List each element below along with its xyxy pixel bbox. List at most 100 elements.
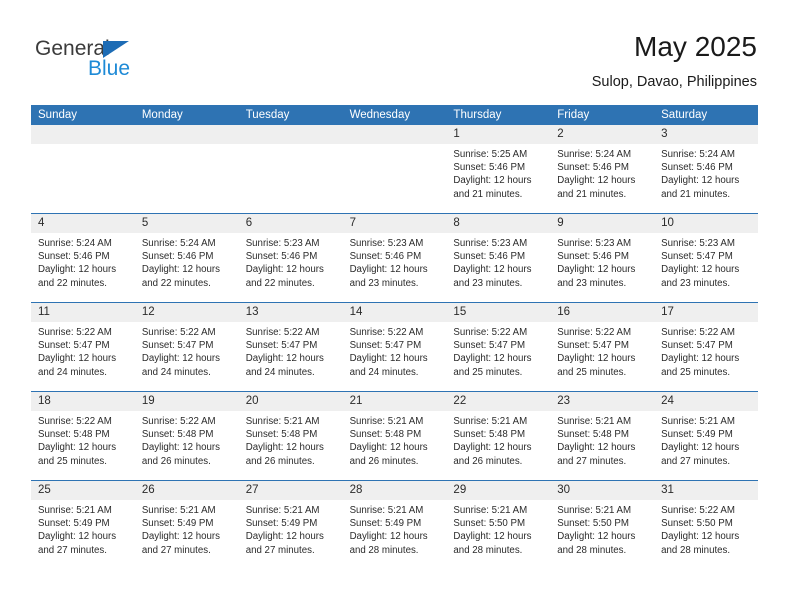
daylight-text-line2: and 25 minutes.: [661, 366, 731, 378]
day-details: Sunrise: 5:23 AM Sunset: 5:46 PM Daylight:…: [550, 233, 654, 290]
day-details: Sunrise: 5:22 AM Sunset: 5:47 PM Daylight:…: [239, 322, 343, 379]
day-cell[interactable]: 13 Sunrise: 5:22 AM Sunset: 5:47 PM Dayligh…: [238, 303, 343, 391]
day-number: [342, 125, 447, 144]
daylight-text-line2: and 26 minutes.: [141, 455, 211, 467]
sunset-text: Sunset: 5:47 PM: [557, 340, 629, 352]
sunrise-text: Sunrise: 5:22 AM: [38, 416, 112, 427]
day-cell[interactable]: 4 Sunrise: 5:24 AM Sunset: 5:46 PM Daylight…: [31, 214, 135, 302]
day-number: 19: [134, 392, 239, 411]
weekday-saturday: Saturday: [661, 109, 708, 121]
day-cell[interactable]: 3 Sunrise: 5:24 AM Sunset: 5:46 PM Daylight…: [654, 125, 758, 213]
daylight-text-line2: and 23 minutes.: [453, 277, 523, 289]
day-cell[interactable]: 15 Sunrise: 5:22 AM Sunset: 5:47 PM Dayligh…: [446, 303, 551, 391]
day-cell[interactable]: 10 Sunrise: 5:23 AM Sunset: 5:47 PM Dayligh…: [654, 214, 758, 302]
daylight-text-line2: and 27 minutes.: [245, 544, 315, 556]
day-details: Sunrise: 5:24 AM Sunset: 5:46 PM Daylight:…: [135, 233, 239, 290]
sunrise-text: Sunrise: 5:21 AM: [38, 505, 112, 516]
day-cell[interactable]: 2 Sunrise: 5:24 AM Sunset: 5:46 PM Daylight…: [550, 125, 655, 213]
day-cell[interactable]: 20 Sunrise: 5:21 AM Sunset: 5:48 PM Dayligh…: [238, 392, 343, 480]
logo-text-blue: Blue: [88, 57, 131, 80]
sunset-text: Sunset: 5:46 PM: [245, 251, 318, 263]
day-details: Sunrise: 5:22 AM Sunset: 5:48 PM Daylight:…: [135, 411, 239, 468]
day-cell[interactable]: 22 Sunrise: 5:21 AM Sunset: 5:48 PM Dayligh…: [446, 392, 551, 480]
day-cell[interactable]: 24 Sunrise: 5:21 AM Sunset: 5:49 PM Dayligh…: [654, 392, 758, 480]
day-number: 16: [550, 303, 655, 322]
weekday-header-row: Sunday Monday Tuesday Wednesday Thursday…: [31, 105, 758, 125]
day-cell[interactable]: 27 Sunrise: 5:21 AM Sunset: 5:49 PM Dayligh…: [238, 481, 343, 569]
daylight-text-line1: Daylight: 12 hours: [38, 264, 117, 276]
day-cell[interactable]: 16 Sunrise: 5:22 AM Sunset: 5:47 PM Dayligh…: [550, 303, 655, 391]
sunset-text: Sunset: 5:50 PM: [453, 518, 526, 530]
day-cell[interactable]: 9 Sunrise: 5:23 AM Sunset: 5:46 PM Daylight…: [550, 214, 655, 302]
daylight-text-line1: Daylight: 12 hours: [141, 531, 220, 543]
week-row: 11 Sunrise: 5:22 AM Sunset: 5:47 PM Dayligh…: [31, 302, 758, 391]
page-title: May 2025: [634, 31, 757, 62]
day-number: 2: [550, 125, 655, 144]
daylight-text-line2: and 24 minutes.: [349, 366, 419, 378]
day-cell[interactable]: 12 Sunrise: 5:22 AM Sunset: 5:47 PM Dayligh…: [134, 303, 239, 391]
day-details: Sunrise: 5:21 AM Sunset: 5:50 PM Daylight:…: [550, 500, 654, 557]
sunset-text: Sunset: 5:46 PM: [453, 162, 526, 174]
sunset-text: Sunset: 5:49 PM: [141, 518, 214, 530]
location-subtitle: Sulop, Davao, Philippines: [591, 74, 757, 90]
day-number: 24: [654, 392, 758, 411]
day-cell-empty: [31, 125, 135, 213]
daylight-text-line2: and 23 minutes.: [349, 277, 419, 289]
day-details: Sunrise: 5:21 AM Sunset: 5:48 PM Daylight:…: [343, 411, 447, 468]
day-cell[interactable]: 14 Sunrise: 5:22 AM Sunset: 5:47 PM Dayligh…: [342, 303, 447, 391]
day-number: 12: [134, 303, 239, 322]
daylight-text-line1: Daylight: 12 hours: [661, 175, 740, 187]
day-cell[interactable]: 21 Sunrise: 5:21 AM Sunset: 5:48 PM Dayligh…: [342, 392, 447, 480]
day-details: Sunrise: 5:24 AM Sunset: 5:46 PM Daylight:…: [654, 144, 758, 201]
day-cell[interactable]: 11 Sunrise: 5:22 AM Sunset: 5:47 PM Dayligh…: [31, 303, 135, 391]
day-cell[interactable]: 26 Sunrise: 5:21 AM Sunset: 5:49 PM Dayligh…: [134, 481, 239, 569]
day-cell[interactable]: 30 Sunrise: 5:21 AM Sunset: 5:50 PM Dayligh…: [550, 481, 655, 569]
generalblue-logo[interactable]: General Blue: [35, 38, 235, 84]
daylight-text-line1: Daylight: 12 hours: [245, 353, 324, 365]
day-cell[interactable]: 17 Sunrise: 5:22 AM Sunset: 5:47 PM Dayligh…: [654, 303, 758, 391]
sunrise-text: Sunrise: 5:24 AM: [557, 149, 632, 160]
weekday-tuesday: Tuesday: [245, 109, 290, 121]
day-cell[interactable]: 1 Sunrise: 5:25 AM Sunset: 5:46 PM Daylight…: [446, 125, 551, 213]
day-cell[interactable]: 29 Sunrise: 5:21 AM Sunset: 5:50 PM Dayligh…: [446, 481, 551, 569]
day-cell[interactable]: 31 Sunrise: 5:22 AM Sunset: 5:50 PM Dayligh…: [654, 481, 758, 569]
day-details: Sunrise: 5:22 AM Sunset: 5:50 PM Daylight:…: [654, 500, 758, 557]
day-number: 31: [654, 481, 758, 500]
daylight-text-line1: Daylight: 12 hours: [453, 353, 532, 365]
day-details: Sunrise: 5:22 AM Sunset: 5:47 PM Daylight:…: [343, 322, 447, 379]
day-cell[interactable]: 8 Sunrise: 5:23 AM Sunset: 5:46 PM Daylight…: [446, 214, 551, 302]
daylight-text-line1: Daylight: 12 hours: [453, 442, 532, 454]
day-details: Sunrise: 5:21 AM Sunset: 5:48 PM Daylight:…: [550, 411, 654, 468]
day-cell[interactable]: 18 Sunrise: 5:22 AM Sunset: 5:48 PM Dayligh…: [31, 392, 135, 480]
sunrise-text: Sunrise: 5:21 AM: [141, 505, 216, 516]
day-number: 17: [654, 303, 758, 322]
day-cell-empty: [134, 125, 239, 213]
day-cell[interactable]: 5 Sunrise: 5:24 AM Sunset: 5:46 PM Daylight…: [134, 214, 239, 302]
sunrise-text: Sunrise: 5:23 AM: [349, 238, 424, 249]
daylight-text-line1: Daylight: 12 hours: [38, 353, 117, 365]
day-number: 26: [134, 481, 239, 500]
day-cell[interactable]: 23 Sunrise: 5:21 AM Sunset: 5:48 PM Dayligh…: [550, 392, 655, 480]
sunset-text: Sunset: 5:49 PM: [245, 518, 318, 530]
weekday-monday: Monday: [141, 109, 183, 121]
daylight-text-line1: Daylight: 12 hours: [349, 264, 428, 276]
daylight-text-line1: Daylight: 12 hours: [245, 264, 324, 276]
day-cell[interactable]: 6 Sunrise: 5:23 AM Sunset: 5:46 PM Daylight…: [238, 214, 343, 302]
day-details: Sunrise: 5:23 AM Sunset: 5:46 PM Daylight:…: [343, 233, 447, 290]
day-details: Sunrise: 5:21 AM Sunset: 5:48 PM Daylight:…: [446, 411, 550, 468]
daylight-text-line2: and 28 minutes.: [349, 544, 419, 556]
day-cell[interactable]: 7 Sunrise: 5:23 AM Sunset: 5:46 PM Daylight…: [342, 214, 447, 302]
day-cell[interactable]: 28 Sunrise: 5:21 AM Sunset: 5:49 PM Dayligh…: [342, 481, 447, 569]
daylight-text-line1: Daylight: 12 hours: [349, 353, 428, 365]
daylight-text-line1: Daylight: 12 hours: [557, 175, 636, 187]
daylight-text-line1: Daylight: 12 hours: [453, 264, 532, 276]
sunset-text: Sunset: 5:47 PM: [661, 340, 733, 352]
sunrise-text: Sunrise: 5:22 AM: [141, 327, 216, 338]
daylight-text-line1: Daylight: 12 hours: [661, 264, 740, 276]
day-cell[interactable]: 19 Sunrise: 5:22 AM Sunset: 5:48 PM Dayligh…: [134, 392, 239, 480]
sunset-text: Sunset: 5:50 PM: [661, 518, 733, 530]
weekday-thursday: Thursday: [453, 109, 502, 121]
daylight-text-line2: and 21 minutes.: [557, 188, 627, 200]
day-cell[interactable]: 25 Sunrise: 5:21 AM Sunset: 5:49 PM Dayligh…: [31, 481, 135, 569]
weekday-wednesday: Wednesday: [349, 109, 411, 121]
